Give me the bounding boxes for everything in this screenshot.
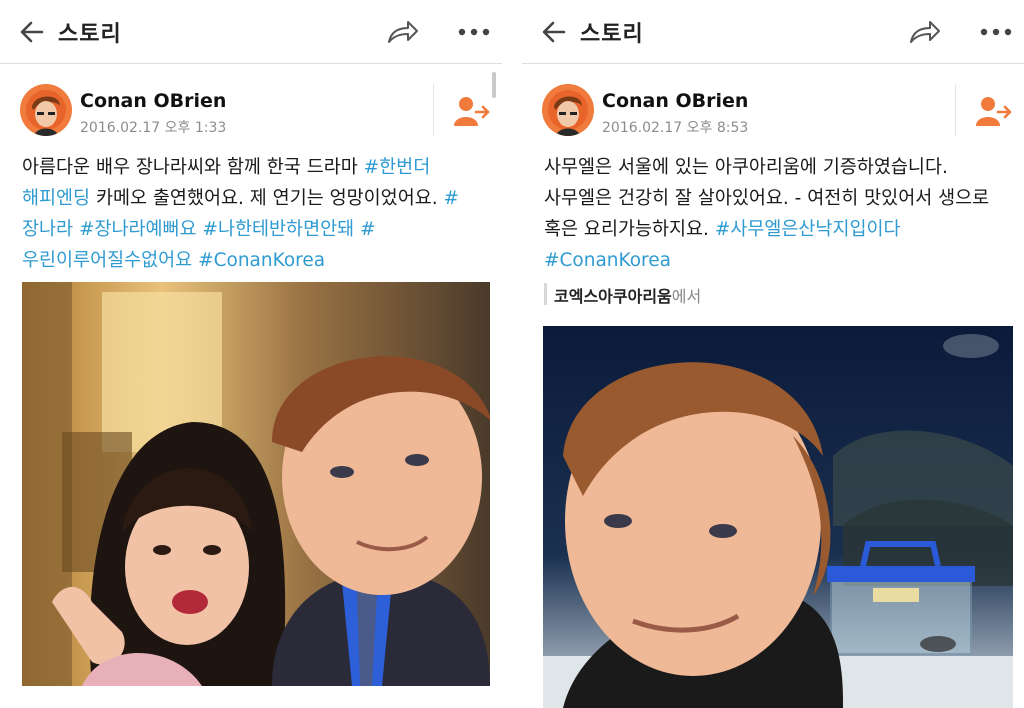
location-tag[interactable]: 코엑스아쿠아리움에서 — [554, 283, 701, 307]
more-dots-icon[interactable] — [979, 26, 1013, 38]
more-dots-icon[interactable] — [457, 26, 491, 38]
back-arrow-icon[interactable] — [18, 18, 46, 46]
location-marker — [544, 283, 547, 305]
hashtag-link[interactable]: #ConanKorea — [198, 250, 325, 271]
divider — [433, 84, 434, 136]
page-title: 스토리 — [580, 22, 644, 47]
location-name: 코엑스아쿠아리움 — [554, 287, 672, 306]
app-bar: 스토리 — [522, 0, 1024, 64]
post-photo-selfie[interactable] — [22, 282, 490, 686]
page-title: 스토리 — [58, 22, 122, 47]
hashtag-link[interactable]: #사무엘은산낙지입이다 — [715, 219, 901, 240]
post-timestamp: 2016.02.17 오후 8:53 — [602, 120, 749, 136]
post-text: 사무엘은 서울에 있는 아쿠아리움에 기증하였습니다. 사무엘은 건강히 잘 살… — [544, 152, 1016, 276]
panel-divider — [502, 0, 522, 708]
location-suffix: 에서 — [671, 287, 702, 306]
author-name[interactable]: Conan OBrien — [602, 90, 748, 112]
divider — [955, 84, 956, 136]
author-name[interactable]: Conan OBrien — [80, 90, 226, 112]
story-panel-right: 스토리 Conan OBrien 2016.02.17 오후 8:53 사무엘은… — [522, 0, 1024, 708]
hashtag-link[interactable]: #ConanKorea — [544, 250, 671, 271]
hashtag-link[interactable]: #장나라예뻐요 — [79, 219, 197, 240]
post-photo-aquarium[interactable] — [543, 326, 1013, 708]
add-friend-icon[interactable] — [976, 96, 1012, 126]
add-friend-icon[interactable] — [454, 96, 490, 126]
app-bar: 스토리 — [0, 0, 502, 64]
scroll-indicator[interactable] — [492, 72, 496, 98]
share-icon[interactable] — [908, 18, 942, 46]
avatar[interactable] — [20, 84, 72, 136]
avatar[interactable] — [542, 84, 594, 136]
post-timestamp: 2016.02.17 오후 1:33 — [80, 120, 227, 136]
post-text-segment: 아름다운 배우 장나라씨와 함께 한국 드라마 — [22, 157, 364, 178]
story-panel-left: 스토리 Conan OBrien 2016.02.17 오후 1:33 아름다운… — [0, 0, 502, 708]
share-icon[interactable] — [386, 18, 420, 46]
post-text-segment: 카메오 출연했어요. 제 연기는 엉망이었어요. — [90, 188, 444, 209]
post-text: 아름다운 배우 장나라씨와 함께 한국 드라마 #한번더 해피엔딩 카메오 출연… — [22, 152, 494, 276]
hashtag-link[interactable]: #나한테반하면안돼 — [202, 219, 354, 240]
back-arrow-icon[interactable] — [540, 18, 568, 46]
